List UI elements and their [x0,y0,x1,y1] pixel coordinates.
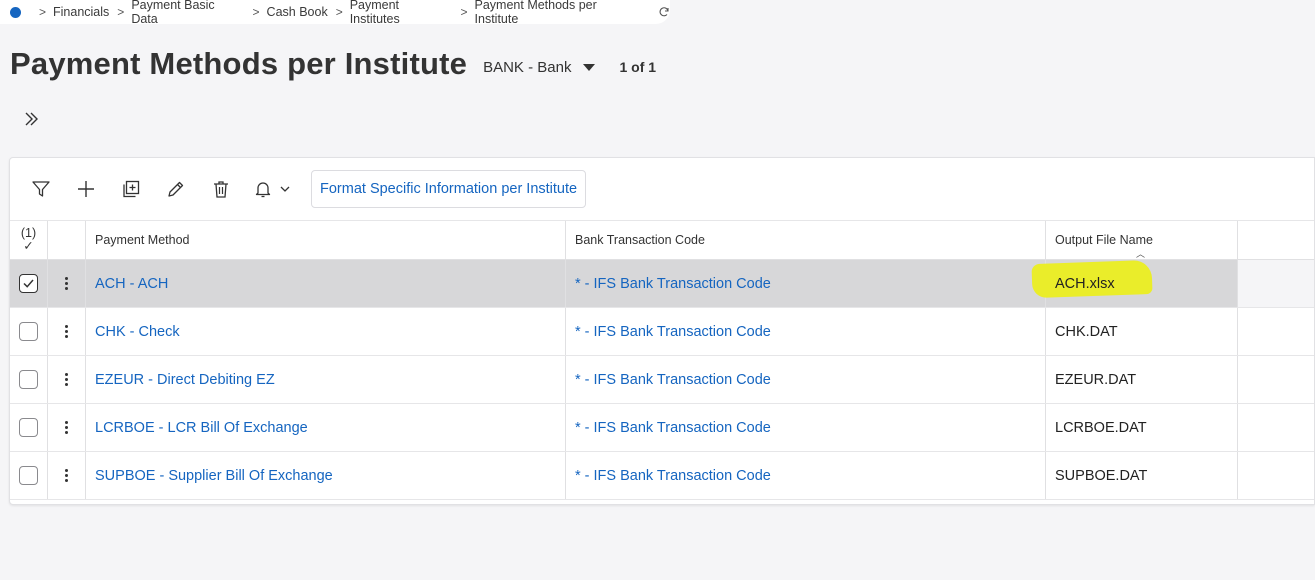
table-row[interactable]: EZEUR - Direct Debiting EZ * - IFS Bank … [10,356,1314,404]
cell-payment-method[interactable]: SUPBOE - Supplier Bill Of Exchange [86,452,566,499]
row-filler [1238,308,1314,355]
table-row[interactable]: SUPBOE - Supplier Bill Of Exchange * - I… [10,452,1314,500]
row-menu [48,452,86,499]
add-icon[interactable] [73,176,99,202]
toolbar: Format Specific Information per Institut… [10,158,1314,220]
more-options-icon[interactable] [65,325,68,338]
home-icon[interactable] [10,6,21,18]
row-checkbox[interactable] [19,370,38,389]
cell-payment-method[interactable]: ACH - ACH [86,260,566,307]
table-row[interactable]: CHK - Check * - IFS Bank Transaction Cod… [10,308,1314,356]
institute-selector-value: BANK - Bank [483,58,572,76]
breadcrumb-item-current: Payment Methods per Institute [474,0,597,26]
more-options-icon[interactable] [65,277,68,290]
format-specific-information-button[interactable]: Format Specific Information per Institut… [311,170,587,208]
cell-bank-transaction-code[interactable]: * - IFS Bank Transaction Code [566,308,1046,355]
column-header-payment-method[interactable]: Payment Method [86,221,566,259]
row-filler [1238,452,1314,499]
cell-output-file-name: SUPBOE.DAT [1046,452,1238,499]
cell-bank-transaction-code[interactable]: * - IFS Bank Transaction Code [566,260,1046,307]
edit-icon[interactable] [163,176,189,202]
title-row: Payment Methods per Institute BANK - Ban… [10,46,656,82]
cell-output-file-name: EZEUR.DAT [1046,356,1238,403]
chevron-right-icon: > [252,5,260,19]
breadcrumb: > Financials > Payment Basic Data > Cash… [0,0,670,26]
table-row[interactable]: LCRBOE - LCR Bill Of Exchange * - IFS Ba… [10,404,1314,452]
breadcrumb-item-financials[interactable]: Financials [53,5,109,19]
row-select [10,308,48,355]
payment-methods-table: (1) ✓ Payment Method Bank Transaction Co… [10,220,1314,500]
bell-icon [255,182,271,198]
chevron-right-icon: > [117,5,125,19]
select-all-header[interactable]: (1) ✓ [10,221,48,259]
more-options-icon[interactable] [65,421,68,434]
row-select [10,404,48,451]
cell-bank-transaction-code[interactable]: * - IFS Bank Transaction Code [566,356,1046,403]
row-menu [48,404,86,451]
chevron-right-icon: > [460,5,468,19]
row-filler [1238,260,1314,307]
notifications-menu[interactable] [253,179,291,199]
check-icon: ✓ [23,239,34,253]
page-title: Payment Methods per Institute [10,46,468,81]
duplicate-icon[interactable] [118,176,144,202]
refresh-icon[interactable] [658,6,670,18]
row-checkbox[interactable] [19,466,38,485]
record-count: 1 of 1 [619,59,657,75]
row-select [10,260,48,307]
breadcrumb-item-payment-basic-data[interactable]: Payment Basic Data [131,0,244,26]
row-menu [48,260,86,307]
cell-output-file-name: LCRBOE.DAT [1046,404,1238,451]
more-options-icon[interactable] [65,469,68,482]
filter-icon[interactable] [28,176,54,202]
row-menu [48,356,86,403]
chevron-right-icon: > [335,5,343,19]
chevron-down-icon [280,186,290,192]
row-checkbox[interactable] [19,322,38,341]
breadcrumb-item-payment-institutes[interactable]: Payment Institutes [350,0,453,26]
caret-down-icon [583,63,596,71]
check-icon [23,279,34,288]
row-filler [1238,356,1314,403]
chevron-right-icon: > [39,5,47,19]
row-select [10,356,48,403]
delete-icon[interactable] [208,176,234,202]
cell-payment-method[interactable]: CHK - Check [86,308,566,355]
expand-icon[interactable] [20,108,42,130]
row-menu-header [48,221,86,259]
cell-bank-transaction-code[interactable]: * - IFS Bank Transaction Code [566,404,1046,451]
header-filler [1238,221,1314,259]
row-filler [1238,404,1314,451]
row-checkbox[interactable] [19,418,38,437]
column-header-output-file-name[interactable]: Output File Name ︿ [1046,221,1238,259]
table-header: (1) ✓ Payment Method Bank Transaction Co… [10,220,1314,260]
column-header-output-file-name-label: Output File Name [1055,233,1153,247]
breadcrumb-item-cash-book[interactable]: Cash Book [267,5,328,19]
cell-bank-transaction-code[interactable]: * - IFS Bank Transaction Code [566,452,1046,499]
list-panel: Format Specific Information per Institut… [9,157,1315,505]
row-select [10,452,48,499]
sort-ascending-icon: ︿ [1136,249,1146,259]
row-menu [48,308,86,355]
cell-payment-method[interactable]: LCRBOE - LCR Bill Of Exchange [86,404,566,451]
row-checkbox[interactable] [19,274,38,293]
output-file-name-value: ACH.xlsx [1055,275,1115,292]
institute-selector[interactable]: BANK - Bank [483,58,596,76]
cell-output-file-name: CHK.DAT [1046,308,1238,355]
column-header-bank-transaction-code[interactable]: Bank Transaction Code [566,221,1046,259]
more-options-icon[interactable] [65,373,68,386]
cell-output-file-name: ACH.xlsx [1031,259,1238,307]
cell-payment-method[interactable]: EZEUR - Direct Debiting EZ [86,356,566,403]
table-row[interactable]: ACH - ACH * - IFS Bank Transaction Code … [10,259,1314,308]
